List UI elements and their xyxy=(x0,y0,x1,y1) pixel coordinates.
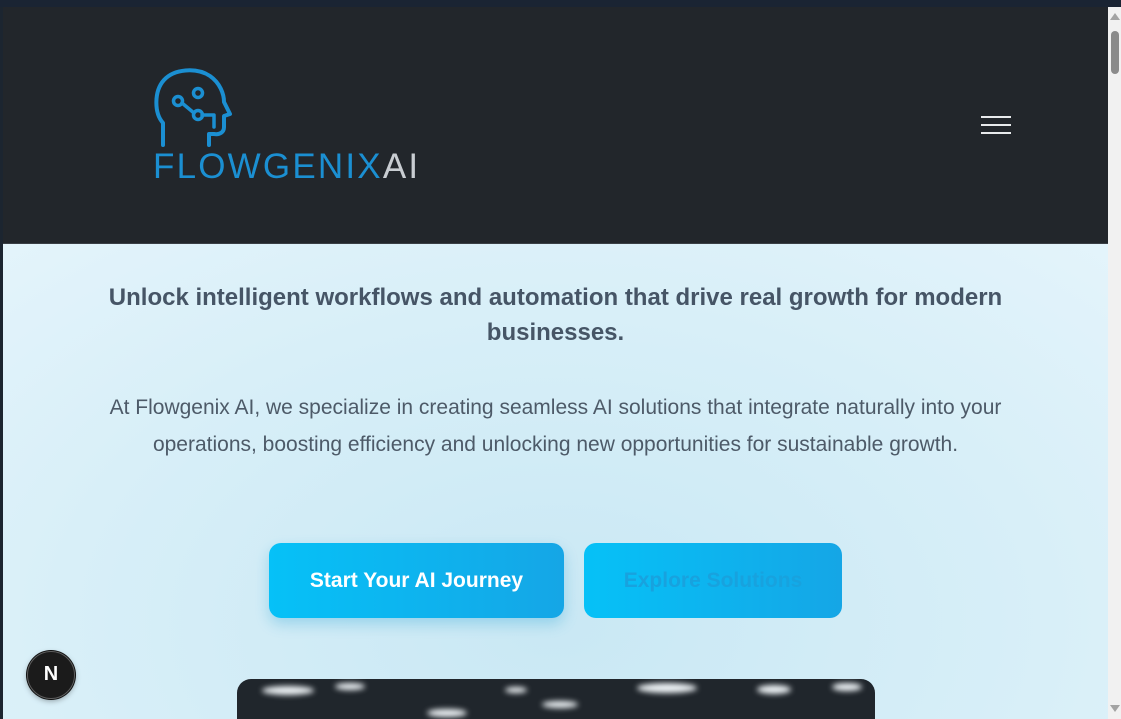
site-header: FLOWGENIXAI xyxy=(3,7,1108,244)
brain-head-logo-icon xyxy=(154,68,232,147)
brand-name: FLOWGENIX xyxy=(153,147,383,186)
hero-tagline: Unlock intelligent workflows and automat… xyxy=(108,284,1003,346)
start-ai-journey-button[interactable]: Start Your AI Journey xyxy=(269,543,564,618)
hero-office-image xyxy=(237,679,875,719)
brand-suffix: AI xyxy=(382,147,421,186)
explore-solutions-button[interactable]: Explore Solutions xyxy=(584,543,842,618)
menu-bar-middle xyxy=(981,124,1011,126)
page-viewport: FLOWGENIXAI Unlock intelligent workflows… xyxy=(3,7,1108,719)
page-scrollbar[interactable] xyxy=(1108,7,1121,719)
browser-top-edge xyxy=(0,0,1121,7)
brand-logo[interactable]: FLOWGENIXAI xyxy=(153,65,433,185)
hero-description: At Flowgenix AI, we specialize in creati… xyxy=(109,396,1002,456)
scroll-down-arrow-icon[interactable] xyxy=(1110,705,1120,712)
scroll-up-arrow-icon[interactable] xyxy=(1110,13,1120,20)
scrollbar-thumb[interactable] xyxy=(1111,31,1119,74)
nextjs-dev-indicator-icon[interactable]: N xyxy=(27,651,75,699)
dev-badge-letter: N xyxy=(43,663,59,685)
hero-section: Unlock intelligent workflows and automat… xyxy=(3,244,1108,719)
brand-wordmark: FLOWGENIXAI xyxy=(153,149,420,184)
menu-bar-bottom xyxy=(981,132,1011,134)
hamburger-menu-button[interactable] xyxy=(978,112,1014,138)
menu-bar-top xyxy=(981,116,1011,118)
